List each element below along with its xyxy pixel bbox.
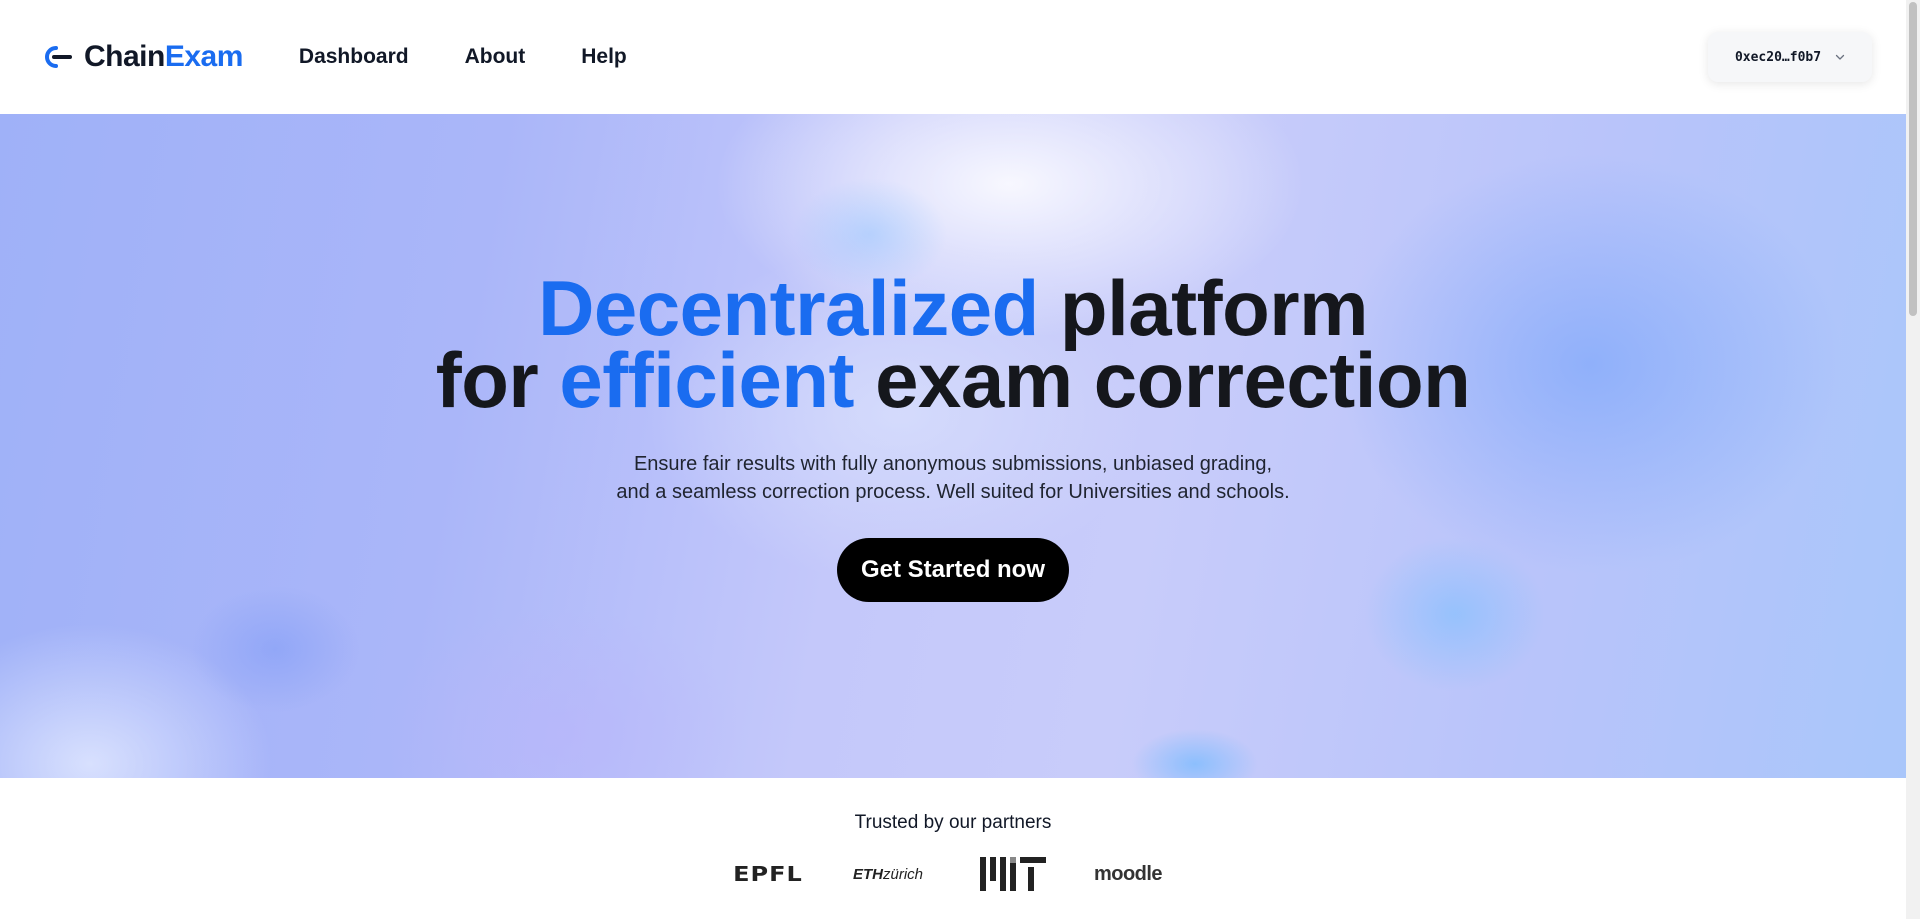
wallet-account-button[interactable]: 0xec20…f0b7: [1708, 32, 1872, 82]
scrollbar-thumb[interactable]: [1909, 2, 1917, 316]
hero-title-accent-efficient: efficient: [559, 336, 854, 424]
hero-title-for: for: [435, 336, 560, 424]
hero-title-exam-correction: exam correction: [853, 336, 1471, 424]
hero-title: Decentralized platform for efficient exa…: [436, 269, 1471, 419]
epfl-logo: EPFL: [733, 862, 803, 886]
chevron-down-icon: [1835, 52, 1845, 62]
moodle-logo: moodle: [1093, 862, 1163, 885]
partners-title: Trusted by our partners: [854, 812, 1052, 833]
hero-subtitle-line1: Ensure fair results with fully anonymous…: [633, 453, 1273, 475]
top-navbar: Chain Exam Dashboard About Help 0xec20…f…: [0, 0, 1906, 114]
chain-link-icon: [40, 42, 84, 72]
eth-logo-bold: ETH: [852, 865, 883, 883]
get-started-button[interactable]: Get Started now: [836, 538, 1070, 602]
hero-subtitle: Ensure fair results with fully anonymous…: [616, 450, 1289, 506]
logo-text-exam: Exam: [164, 40, 244, 73]
logo-text-chain: Chain: [84, 40, 165, 73]
main-nav: Dashboard About Help: [299, 45, 683, 69]
page: Chain Exam Dashboard About Help 0xec20…f…: [0, 0, 1920, 919]
page-scrollbar[interactable]: [1906, 0, 1920, 919]
hero-section: Decentralized platform for efficient exa…: [0, 114, 1906, 778]
eth-zurich-logo: ETH zürich: [818, 866, 958, 883]
nav-dashboard[interactable]: Dashboard: [299, 45, 409, 69]
nav-help[interactable]: Help: [581, 45, 627, 69]
mit-logo: [958, 856, 1068, 892]
eth-logo-rest: zürich: [882, 865, 923, 883]
partner-logos: EPFL ETH zürich moodle: [718, 856, 1188, 892]
hero-content: Decentralized platform for efficient exa…: [0, 114, 1906, 778]
wallet-address: 0xec20…f0b7: [1734, 49, 1822, 65]
partners-section: Trusted by our partners EPFL ETH zürich m…: [0, 778, 1906, 919]
hero-subtitle-line2: and a seamless correction process. Well …: [616, 481, 1290, 503]
nav-about[interactable]: About: [465, 45, 526, 69]
chainexam-logo[interactable]: Chain Exam: [40, 37, 243, 77]
